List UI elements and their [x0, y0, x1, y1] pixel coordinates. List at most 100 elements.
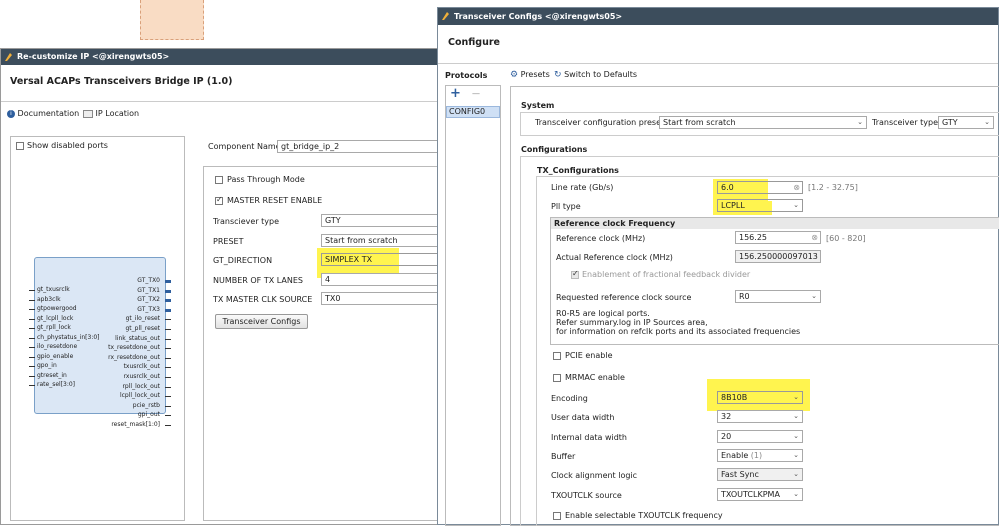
show-disabled-ports-label: Show disabled ports: [27, 141, 108, 150]
pin-line: [29, 337, 35, 339]
txoutclk-source-value: TXOUTCLKPMA: [721, 490, 780, 499]
transceiver-preset-select[interactable]: Start from scratch ⌄: [659, 116, 867, 129]
transciever-type-select[interactable]: GTY: [321, 214, 447, 227]
pcie-enable-label: PCIE enable: [565, 351, 613, 360]
pin-line: [165, 348, 171, 350]
output-pin-label: gt_ilo_reset: [125, 315, 160, 323]
input-pin-label: gt_lcpll_lock: [37, 314, 74, 322]
transceiver-type-label: Transceiver type: [872, 118, 939, 127]
header-divider: [438, 63, 998, 64]
output-pin-label: GT_TX0: [137, 277, 160, 284]
vivado-icon: [442, 12, 449, 20]
documentation-label: Documentation: [17, 109, 80, 118]
clear-icon[interactable]: ⊗: [793, 182, 800, 193]
mrmac-enable-label: MRMAC enable: [565, 373, 625, 382]
transceiver-configs-button[interactable]: Transceiver Configs: [215, 314, 308, 329]
refclk-note-line2: Refer summary.log in IP Sources area,: [556, 318, 708, 327]
background-window-fragment: [140, 0, 204, 40]
ip-header: Versal ACAPs Transceivers Bridge IP (1.0…: [10, 76, 233, 87]
pll-type-select[interactable]: LCPLL ⌄: [717, 199, 803, 212]
ip-location-link[interactable]: IP Location: [83, 109, 139, 118]
add-protocol-button[interactable]: +: [450, 86, 461, 101]
output-pin-label: GT_TX1: [137, 286, 160, 294]
txoutclk-source-select[interactable]: TXOUTCLKPMA ⌄: [717, 488, 803, 501]
refresh-icon: ↻: [554, 70, 562, 80]
buffer-value: Enable: [721, 451, 749, 460]
clear-icon[interactable]: ⊗: [811, 232, 818, 243]
protocol-item-config0[interactable]: CONFIG0: [446, 106, 500, 118]
pass-through-mode-checkbox[interactable]: [215, 176, 223, 184]
encoding-value: 8B10B: [721, 393, 748, 402]
clock-alignment-logic-value: Fast Sync: [721, 470, 759, 479]
clock-alignment-logic-select[interactable]: Fast Sync ⌄: [717, 468, 803, 481]
number-of-tx-lanes-value: 4: [325, 275, 331, 284]
configure-header: Configure: [448, 37, 500, 48]
chevron-down-icon: ⌄: [793, 432, 799, 440]
chevron-down-icon: ⌄: [857, 118, 863, 126]
presets-button[interactable]: ⚙ Presets: [510, 70, 550, 80]
transceiver-type-select[interactable]: GTY ⌄: [938, 116, 994, 129]
pin-line: [165, 319, 171, 321]
pin-line: [29, 290, 35, 291]
pin-line: [165, 280, 171, 283]
window-title-bar[interactable]: Transceiver Configs <@xirengwts05>: [438, 8, 998, 25]
gt-direction-label: GT_DIRECTION: [213, 256, 273, 265]
pin-line: [165, 329, 171, 330]
master-reset-enable-checkbox[interactable]: [215, 195, 223, 205]
reference-clock-heading: Reference clock Frequency: [554, 219, 676, 228]
tx-master-clk-source-label: TX MASTER CLK SOURCE: [213, 295, 313, 304]
window-title-bar[interactable]: Re-customize IP <@xirengwts05>: [1, 49, 439, 65]
user-data-width-select[interactable]: 32 ⌄: [717, 410, 803, 423]
number-of-tx-lanes-select[interactable]: 4: [321, 273, 447, 286]
requested-reference-clock-value: R0: [739, 292, 750, 301]
encoding-select[interactable]: 8B10B ⌄: [717, 391, 803, 404]
pin-line: [165, 357, 171, 359]
gt-direction-select[interactable]: SIMPLEX TX: [321, 253, 447, 266]
pin-line: [165, 396, 171, 398]
documentation-link[interactable]: i Documentation: [7, 109, 79, 118]
fractional-feedback-checkbox[interactable]: [571, 269, 579, 279]
folder-icon: [83, 109, 93, 118]
line-rate-input[interactable]: 6.0 ⊗: [717, 181, 803, 194]
chevron-down-icon: ⌄: [793, 470, 799, 478]
txoutclk-frequency-checkbox[interactable]: [553, 512, 561, 520]
show-disabled-ports-checkbox[interactable]: [16, 142, 24, 150]
reference-clock-input[interactable]: 156.25 ⊗: [735, 231, 821, 244]
remove-protocol-button[interactable]: —: [472, 89, 480, 98]
master-reset-enable-label: MASTER RESET ENABLE: [227, 196, 323, 205]
buffer-select[interactable]: Enable (1) ⌄: [717, 449, 803, 462]
mrmac-enable-checkbox[interactable]: [553, 374, 561, 382]
output-pin-label: lcpll_lock_out: [119, 392, 160, 400]
output-pin-label: gt_pll_reset: [125, 325, 161, 332]
transceiver-preset-label: Transceiver configuration preset: [535, 118, 665, 127]
internal-data-width-select[interactable]: 20 ⌄: [717, 430, 803, 443]
output-pin-label: txusrclk_out: [123, 363, 160, 371]
output-pin-label: link_status_out: [115, 334, 160, 342]
actual-reference-clock-field: 156.250000097013: [735, 250, 821, 263]
ip-symbol-panel: Show disabled ports gt_txusrclk apb3clk gt…: [10, 136, 185, 521]
chevron-down-icon: ⌄: [793, 412, 799, 420]
transceiver-type-value: GTY: [942, 118, 958, 127]
switch-to-defaults-button[interactable]: ↻ Switch to Defaults: [554, 70, 637, 80]
protocol-item-label: CONFIG0: [449, 107, 486, 116]
system-heading: System: [521, 101, 555, 110]
component-name-input[interactable]: gt_bridge_ip_2: [277, 140, 447, 153]
pin-line: [165, 377, 171, 378]
pass-through-mode-label: Pass Through Mode: [227, 175, 305, 184]
chevron-down-icon: ⌄: [793, 490, 799, 498]
input-pin-label: gtreset_in: [37, 371, 67, 379]
info-icon: i: [7, 109, 15, 118]
preset-select[interactable]: Start from scratch: [321, 234, 447, 247]
user-data-width-value: 32: [721, 412, 732, 421]
output-pin-label: GT_TX2: [137, 296, 160, 304]
requested-reference-clock-select[interactable]: R0 ⌄: [735, 290, 821, 303]
gear-icon: ⚙: [510, 70, 519, 80]
chevron-down-icon: ⌄: [793, 201, 799, 209]
input-pin-label: ilo_resetdone: [37, 343, 78, 350]
pin-line: [165, 338, 171, 340]
input-pin-label: gtpowergood: [37, 305, 77, 312]
transciever-type-value: GTY: [325, 216, 341, 225]
pcie-enable-checkbox[interactable]: [553, 352, 561, 360]
pin-line: [29, 309, 35, 310]
tx-master-clk-source-select[interactable]: TX0: [321, 292, 447, 305]
